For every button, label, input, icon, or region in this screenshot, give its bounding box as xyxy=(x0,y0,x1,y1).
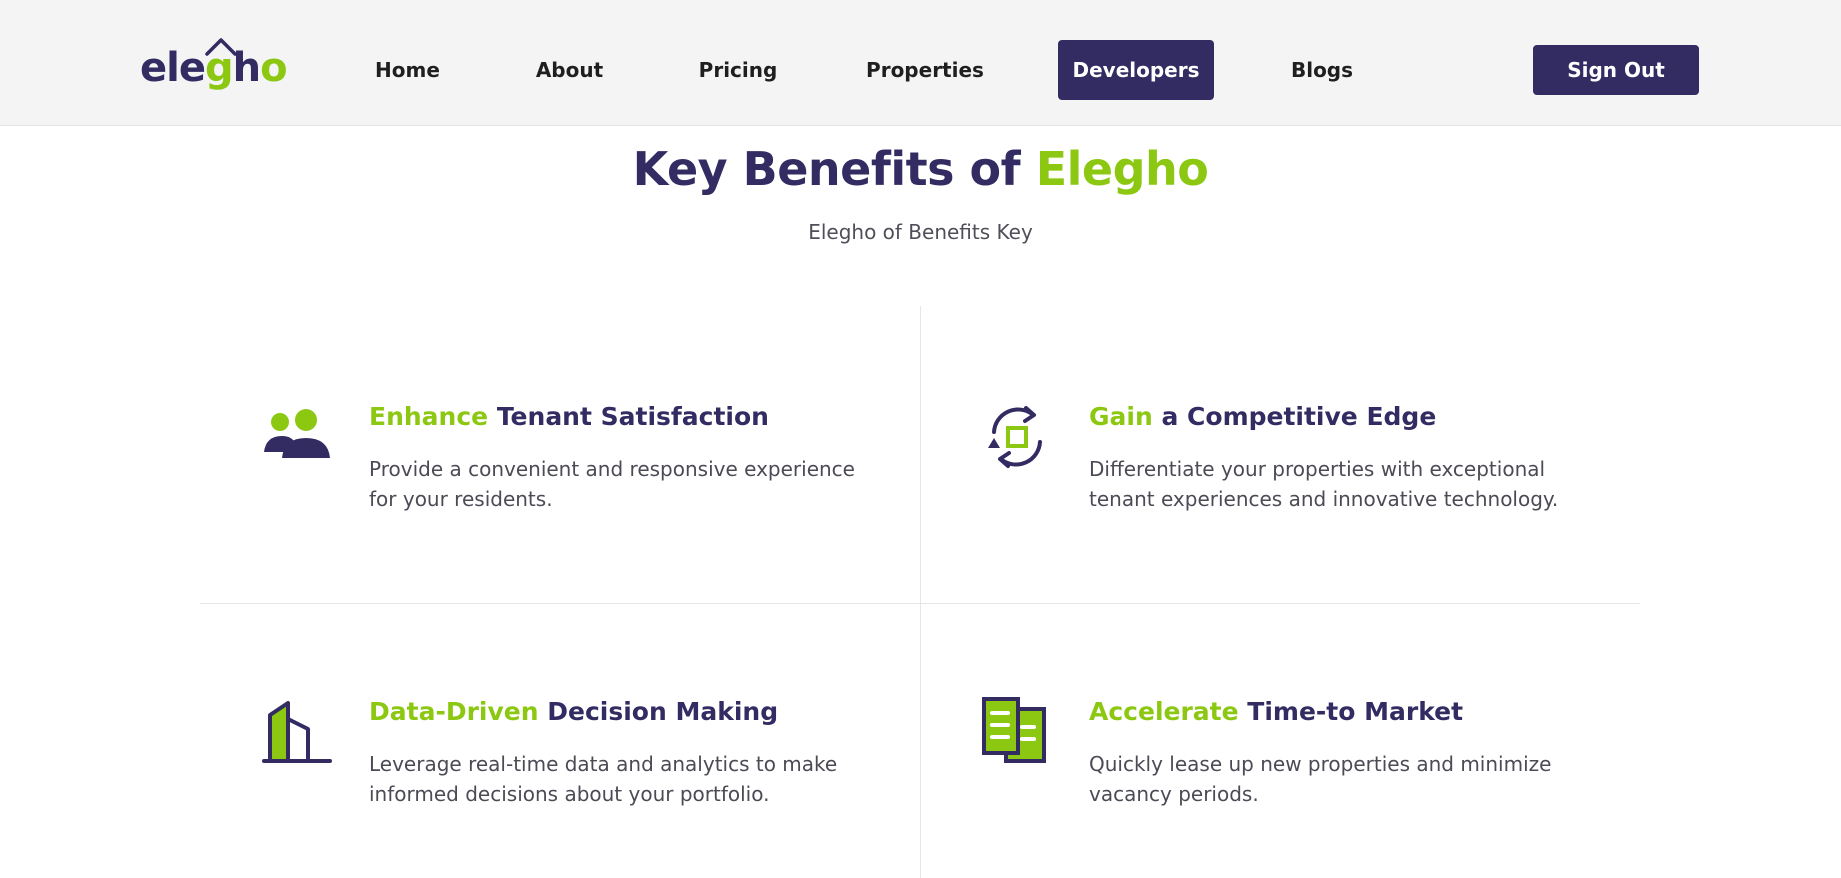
buildings-icon xyxy=(262,701,332,763)
nav-properties[interactable]: Properties xyxy=(862,40,988,100)
sign-out-button[interactable]: Sign Out xyxy=(1533,45,1699,95)
documents-icon xyxy=(982,697,1046,763)
benefit-description: Quickly lease up new properties and mini… xyxy=(1089,752,1552,806)
users-icon xyxy=(264,409,330,458)
page-subtitle: Elegho of Benefits Key xyxy=(808,220,1033,244)
refresh-cycle-icon xyxy=(988,406,1042,468)
benefit-card-data-driven: Data-Driven Decision Making Leverage rea… xyxy=(262,697,837,857)
grid-divider-vertical xyxy=(920,306,921,878)
benefit-card-competitive-edge: Gain a Competitive Edge Differentiate yo… xyxy=(982,402,1558,562)
benefit-title: Data-Driven Decision Making xyxy=(369,697,779,726)
page-title-main: Key Benefits of xyxy=(632,142,1036,196)
benefit-title: Enhance Tenant Satisfaction xyxy=(369,402,769,431)
nav-developers[interactable]: Developers xyxy=(1058,40,1214,100)
benefit-card-tenant-satisfaction: Enhance Tenant Satisfaction Provide a co… xyxy=(262,402,855,562)
grid-divider-horizontal xyxy=(200,603,1640,604)
benefit-card-accelerate: Accelerate Time-to Market Quickly lease … xyxy=(982,697,1551,857)
page-title-accent: Elegho xyxy=(1035,142,1209,196)
nav-about[interactable]: About xyxy=(522,40,617,100)
nav-pricing[interactable]: Pricing xyxy=(688,40,788,100)
elegho-logo[interactable]: elegho xyxy=(140,36,288,92)
benefit-title: Gain a Competitive Edge xyxy=(1089,402,1437,431)
benefit-description: Leverage real-time data and analytics to… xyxy=(369,752,838,806)
logo-roof-icon xyxy=(205,38,237,56)
nav-home[interactable]: Home xyxy=(360,40,455,100)
benefit-description: Provide a convenient and responsive expe… xyxy=(369,457,855,511)
nav-blogs[interactable]: Blogs xyxy=(1279,40,1365,100)
benefit-description: Differentiate your properties with excep… xyxy=(1089,457,1559,511)
navbar: elegho Home About Pricing Properties Dev… xyxy=(0,0,1841,126)
page-title: Key Benefits of Elegho xyxy=(0,142,1841,196)
benefit-title: Accelerate Time-to Market xyxy=(1089,697,1464,726)
